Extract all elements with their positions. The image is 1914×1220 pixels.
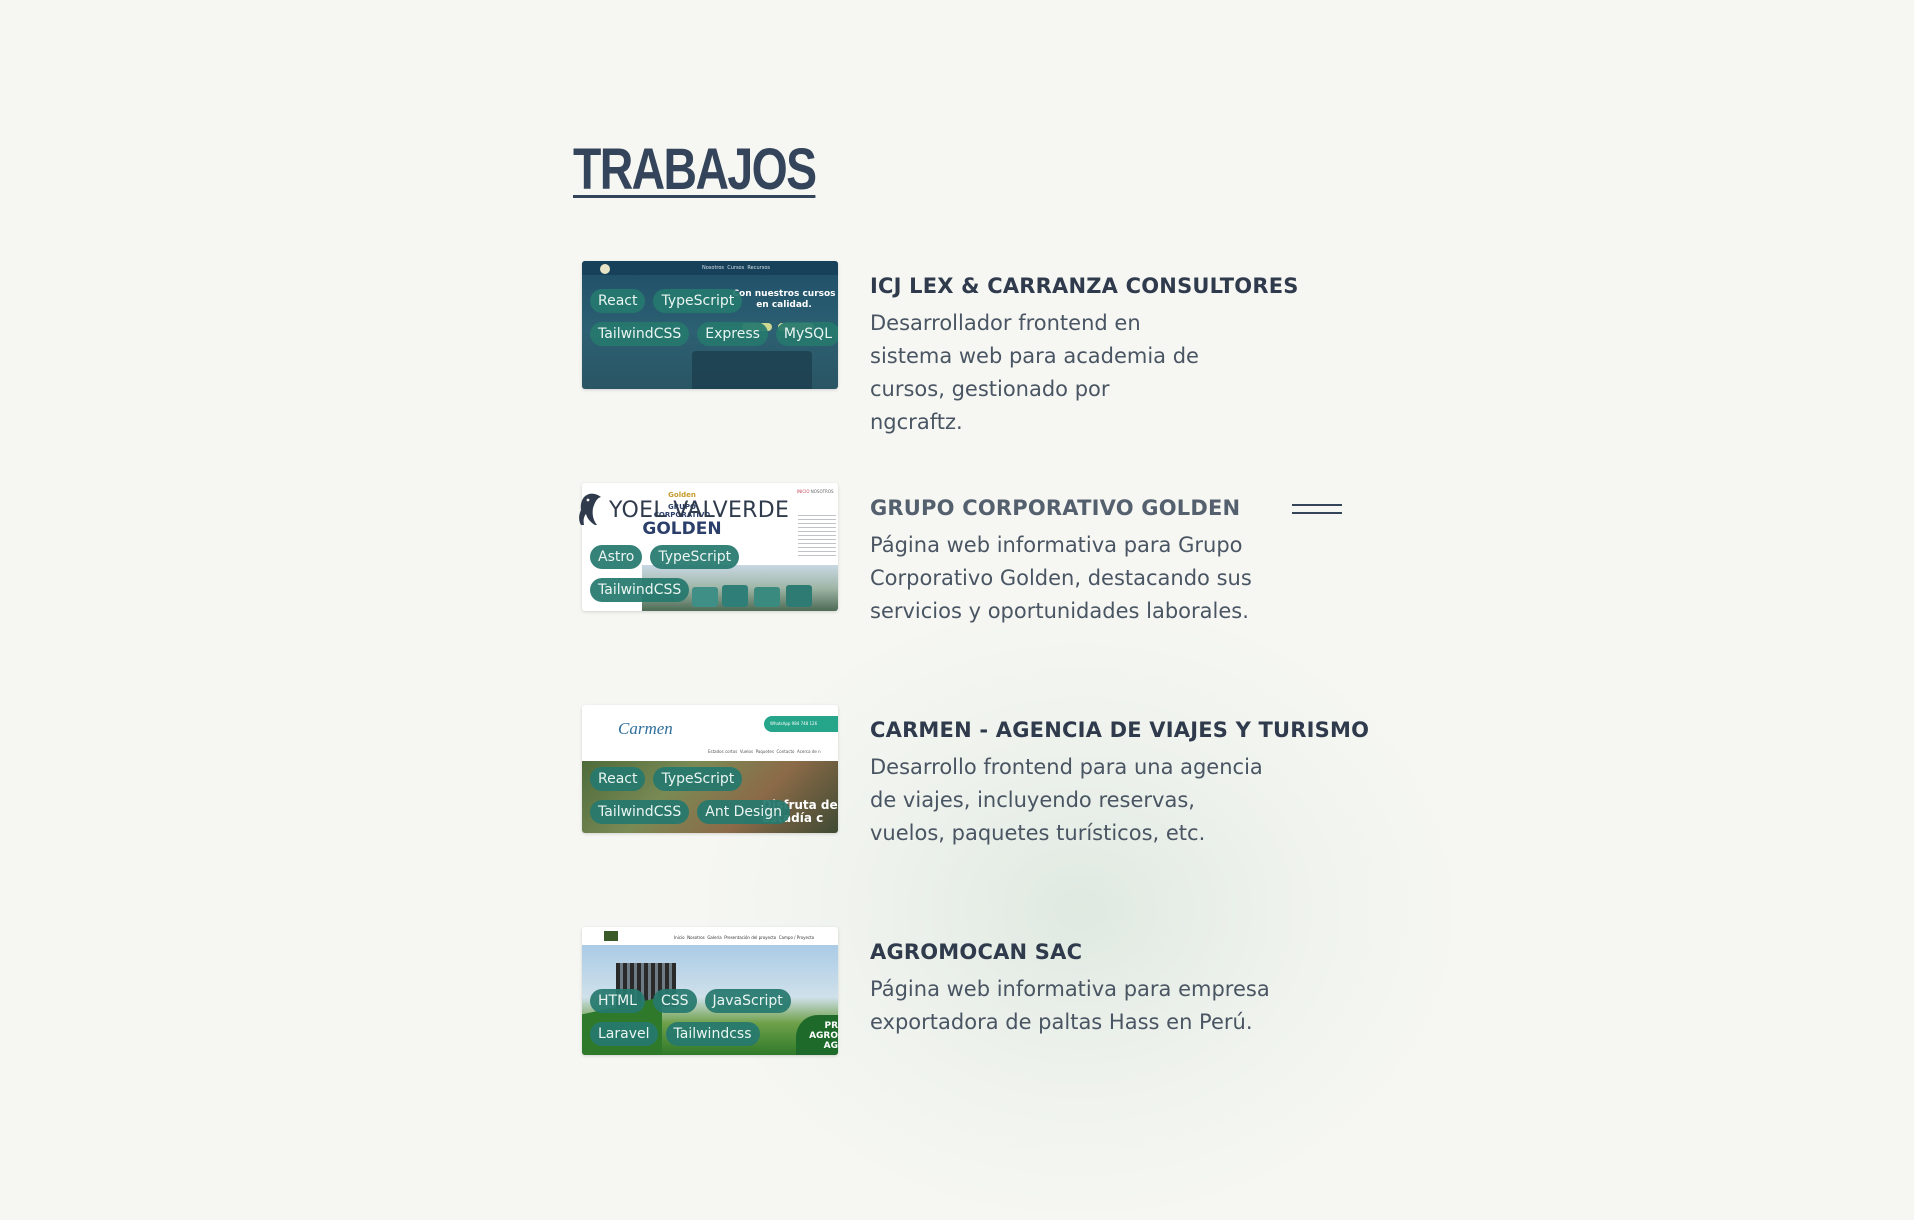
tech-tag: Ant Design — [697, 800, 790, 824]
project-card[interactable]: Carmen WhatsApp 984 748 126 Estados cort… — [582, 705, 1369, 885]
project-title[interactable]: AGROMOCAN SAC — [870, 939, 1330, 965]
background-glow — [700, 600, 1460, 1220]
tech-tags: HTML CSS JavaScript Laravel Tailwindcss — [590, 989, 838, 1046]
project-title[interactable]: CARMEN - AGENCIA DE VIAJES Y TURISMO — [870, 717, 1369, 743]
tech-tag: TypeScript — [653, 767, 743, 791]
project-description: Página web informativa para empresa expo… — [870, 977, 1270, 1034]
preview-whatsapp: WhatsApp 984 748 126 — [764, 716, 838, 732]
project-thumbnail[interactable]: Inicio Nosotros Galería Presentación del… — [582, 927, 838, 1055]
preview-brand: Carmen — [618, 719, 673, 738]
tech-tags: Astro TypeScript TailwindCSS — [590, 545, 838, 602]
tech-tag: React — [590, 767, 646, 791]
menu-button[interactable] — [1292, 500, 1342, 522]
tech-tag: Tailwindcss — [665, 1022, 760, 1046]
section-title: TRABAJOS — [573, 137, 817, 202]
menu-icon-bar — [1292, 504, 1342, 506]
project-description: Desarrollador frontend en sistema web pa… — [870, 311, 1199, 434]
brand-name: YOEL VALVERDE — [609, 497, 790, 523]
project-info: AGROMOCAN SAC Página web informativa par… — [870, 927, 1330, 1039]
tech-tag: TypeScript — [650, 545, 740, 569]
tech-tag: JavaScript — [704, 989, 791, 1013]
project-info: CARMEN - AGENCIA DE VIAJES Y TURISMO Des… — [870, 705, 1369, 850]
menu-icon-bar — [1292, 512, 1342, 514]
preview-nav: Nosotros Cursos Recursos — [702, 265, 770, 271]
project-thumbnail[interactable]: Nosotros Cursos Recursos Con nuestros cu… — [582, 261, 838, 389]
tech-tag: TailwindCSS — [590, 322, 690, 346]
tech-tag: Astro — [590, 545, 643, 569]
project-title[interactable]: ICJ LEX & CARRANZA CONSULTORES — [870, 273, 1330, 299]
preview-nav: Inicio Nosotros Galería Presentación del… — [674, 935, 815, 940]
project-info: ICJ LEX & CARRANZA CONSULTORES Desarroll… — [870, 261, 1330, 439]
project-card[interactable]: Nosotros Cursos Recursos Con nuestros cu… — [582, 261, 1342, 441]
tech-tag: Express — [697, 322, 768, 346]
tech-tags: React TypeScript TailwindCSS Express MyS… — [590, 289, 838, 346]
preview-nav: INICIO NOSOTROS — [797, 489, 834, 494]
project-info: GRUPO CORPORATIVO GOLDEN Página web info… — [870, 483, 1330, 628]
penguin-icon — [579, 493, 601, 525]
preview-nav: Estados cortos Vuelos Paquetes Contacto … — [708, 749, 821, 754]
tech-tag: React — [590, 289, 646, 313]
tech-tag: MySQL — [775, 322, 838, 346]
project-title[interactable]: GRUPO CORPORATIVO GOLDEN — [870, 495, 1330, 521]
brand-logo[interactable]: YOEL VALVERDE — [575, 490, 789, 530]
project-card[interactable]: Inicio Nosotros Galería Presentación del… — [582, 927, 1342, 1107]
tech-tag: Laravel — [590, 1022, 658, 1046]
tech-tag: TypeScript — [653, 289, 743, 313]
tech-tags: React TypeScript TailwindCSS Ant Design — [590, 767, 838, 824]
tech-tag: TailwindCSS — [590, 800, 690, 824]
project-thumbnail[interactable]: Carmen WhatsApp 984 748 126 Estados cort… — [582, 705, 838, 833]
tech-tag: CSS — [652, 989, 697, 1013]
project-description: Desarrollo frontend para una agencia de … — [870, 755, 1263, 845]
tech-tag: TailwindCSS — [590, 578, 690, 602]
tech-tag: HTML — [590, 989, 645, 1013]
project-description: Página web informativa para Grupo Corpor… — [870, 533, 1252, 623]
